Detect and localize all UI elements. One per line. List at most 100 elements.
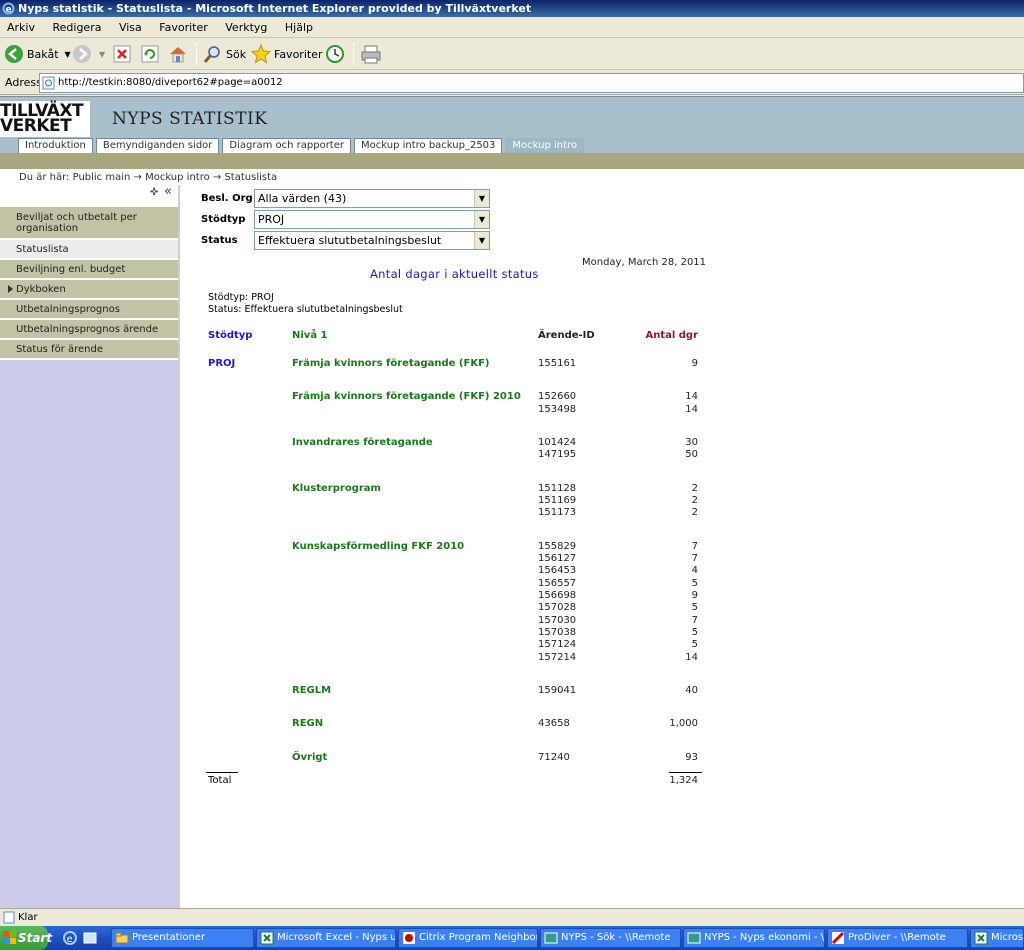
menu-arkiv[interactable]: Arkiv bbox=[0, 17, 42, 38]
refresh-button[interactable] bbox=[140, 42, 163, 66]
taskbar-item-excel[interactable]: Microsoft Excel - Nyps ut... bbox=[256, 928, 396, 948]
remote-window-icon bbox=[687, 932, 701, 944]
svg-text:e: e bbox=[6, 5, 12, 15]
menu-visa[interactable]: Visa bbox=[112, 17, 149, 38]
report-arende-id: 156698 bbox=[538, 589, 577, 601]
report-niva-label: Klusterprogram bbox=[292, 482, 381, 494]
prodiver-icon bbox=[831, 931, 845, 945]
address-label: Adress bbox=[5, 76, 42, 89]
report-niva-label: REGLM bbox=[292, 684, 332, 696]
dropdown-arrow-icon[interactable]: ▼ bbox=[474, 211, 489, 228]
tab-introduktion[interactable]: Introduktion bbox=[18, 138, 93, 153]
taskbar-item-nyps-sok[interactable]: NYPS - Sök - \\Remote bbox=[540, 928, 681, 948]
back-button[interactable]: Bakåt ▼ bbox=[4, 42, 71, 66]
page-done-icon bbox=[3, 911, 15, 924]
taskbar-item-presentationer[interactable]: Presentationer bbox=[111, 928, 254, 948]
tillvaxtverket-logo: TILLVÄXT VERKET bbox=[0, 101, 90, 137]
sidebar-item-status-arende[interactable]: Status för ärende bbox=[0, 340, 178, 360]
status-bar: Klar bbox=[0, 908, 1024, 926]
star-icon bbox=[251, 44, 271, 64]
col-header-dagar: Antal dgr bbox=[645, 330, 698, 341]
menu-verktyg[interactable]: Verktyg bbox=[218, 17, 274, 38]
tab-diagram-rapporter[interactable]: Diagram och rapporter bbox=[222, 138, 351, 153]
forward-button[interactable]: ▼ bbox=[72, 42, 105, 66]
taskbar-item-prodiver[interactable]: ProDiver - \\Remote bbox=[827, 928, 968, 948]
address-input[interactable]: http://testkin:8080/diveport62#page=a001… bbox=[39, 73, 1024, 93]
report-arende-id: 157214 bbox=[538, 651, 577, 663]
show-desktop-icon[interactable] bbox=[82, 930, 98, 946]
total-rule bbox=[669, 772, 702, 773]
toolbar: Bakåt ▼ ▼ Sök Favoriter bbox=[0, 38, 1024, 70]
status-select[interactable]: Effektuera slututbetalningsbeslut ▼ bbox=[254, 231, 490, 250]
stodtyp-label: Stödtyp bbox=[201, 214, 246, 225]
site-header: TILLVÄXT VERKET NYPS STATISTIK Introdukt… bbox=[0, 97, 1024, 153]
dropdown-arrow-icon[interactable]: ▼ bbox=[474, 190, 489, 207]
address-bar: Adress http://testkin:8080/diveport62#pa… bbox=[0, 71, 1024, 95]
report-stodtyp-value: PROJ bbox=[208, 358, 236, 369]
sidebar-item-beviljat[interactable]: Beviljat och utbetalt per organisation bbox=[0, 207, 178, 240]
report-niva-label: Främja kvinnors företagande (FKF) bbox=[292, 358, 490, 369]
ie-icon: e bbox=[2, 2, 15, 15]
sidebar-item-dykboken[interactable]: Dykboken bbox=[0, 280, 178, 300]
report-antal-dagar: 2 bbox=[691, 482, 698, 494]
report-arende-id: 151128 bbox=[538, 482, 577, 494]
status-text: Klar bbox=[18, 912, 38, 923]
taskbar-item-citrix[interactable]: Citrix Program Neighborh... bbox=[398, 928, 538, 948]
report-arende-id: 147195 bbox=[538, 449, 577, 461]
menu-redigera[interactable]: Redigera bbox=[45, 17, 108, 38]
menu-favoriter[interactable]: Favoriter bbox=[152, 17, 214, 38]
dropdown-arrow-icon[interactable]: ▼ bbox=[474, 232, 489, 249]
back-arrow-icon bbox=[5, 45, 23, 63]
col-header-stodtyp: Stödtyp bbox=[208, 330, 253, 341]
total-value: 1,324 bbox=[669, 775, 698, 786]
window-title: Nyps statistik - Statuslista - Microsoft… bbox=[18, 2, 532, 15]
history-button[interactable] bbox=[325, 42, 348, 66]
collapse-sidebar-icon[interactable]: « bbox=[164, 184, 172, 199]
favorites-button[interactable]: Favoriter bbox=[251, 42, 322, 66]
report-arende-id: 157124 bbox=[538, 639, 577, 651]
excel-icon bbox=[260, 931, 274, 945]
print-button[interactable] bbox=[360, 42, 385, 66]
ie-quicklaunch-icon[interactable]: e bbox=[62, 930, 78, 946]
report-niva-label: REGN bbox=[292, 718, 324, 730]
expand-triangle-icon[interactable] bbox=[8, 285, 13, 293]
total-label: Total bbox=[208, 775, 232, 786]
report-antal-dagar: 1,000 bbox=[669, 718, 698, 730]
report-antal-dagar: 7 bbox=[691, 614, 698, 626]
report-antal-dagar: 7 bbox=[691, 552, 698, 564]
sidebar-item-utbetalningsprognos[interactable]: Utbetalningsprognos bbox=[0, 300, 178, 320]
home-button[interactable] bbox=[168, 42, 191, 66]
report-arende-id: 155161 bbox=[538, 358, 577, 369]
excel-icon bbox=[974, 931, 988, 945]
taskbar-item-nyps-ekonomi[interactable]: NYPS - Nyps ekonomi - \\... bbox=[683, 928, 825, 948]
sidebar-item-statuslista[interactable]: Statuslista bbox=[0, 240, 178, 260]
forward-dropdown-icon[interactable]: ▼ bbox=[99, 50, 105, 59]
tab-mockup-intro-backup[interactable]: Mockup intro backup_2503 bbox=[354, 138, 503, 153]
tab-bemyndiganden[interactable]: Bemyndiganden sidor bbox=[95, 138, 220, 153]
col-header-arende: Ärende-ID bbox=[538, 330, 595, 341]
sidebar-item-utbetalningsprognos-arende[interactable]: Utbetalningsprognos ärende bbox=[0, 320, 178, 340]
stodtyp-select[interactable]: PROJ ▼ bbox=[254, 210, 490, 229]
sidebar: ✜ « Beviljat och utbetalt per organisati… bbox=[0, 184, 180, 908]
search-button[interactable]: Sök bbox=[203, 42, 246, 66]
breadcrumb: Du är här: Public main → Mockup intro → … bbox=[19, 172, 278, 183]
status-label: Status bbox=[201, 235, 238, 246]
report-arende-id: 157038 bbox=[538, 626, 577, 638]
report-arende-id: 156453 bbox=[538, 565, 577, 577]
menu-hjalp[interactable]: Hjälp bbox=[278, 17, 320, 38]
taskbar-item-microsoft[interactable]: Microso bbox=[970, 928, 1024, 948]
besl-org-select[interactable]: Alla värden (43) ▼ bbox=[254, 189, 490, 208]
pin-icon[interactable]: ✜ bbox=[150, 187, 158, 198]
header-divider bbox=[0, 153, 1024, 169]
sidebar-item-beviljning-budget[interactable]: Beviljning enl. budget bbox=[0, 260, 178, 280]
report-antal-dagar: 5 bbox=[691, 639, 698, 651]
tab-mockup-intro[interactable]: Mockup intro bbox=[505, 138, 585, 153]
report-arende-id: 151169 bbox=[538, 494, 577, 506]
stop-button[interactable] bbox=[112, 42, 135, 66]
report-arende-id: 71240 bbox=[538, 751, 570, 763]
site-title: NYPS STATISTIK bbox=[112, 109, 268, 129]
back-dropdown-icon[interactable]: ▼ bbox=[65, 50, 71, 59]
start-button[interactable]: Start bbox=[0, 926, 52, 950]
report-antal-dagar: 2 bbox=[691, 507, 698, 519]
report-niva-label: Övrigt bbox=[292, 751, 328, 763]
